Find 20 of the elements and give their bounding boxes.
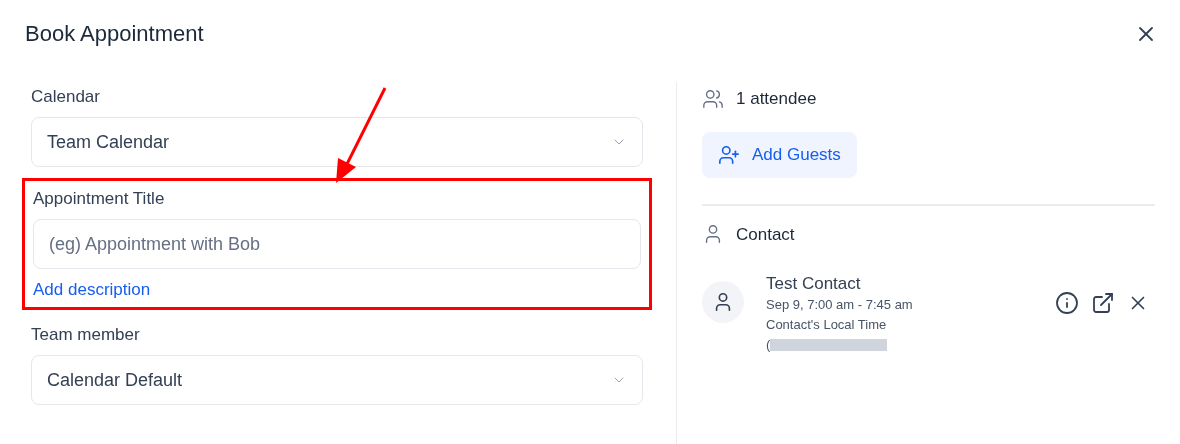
title-input[interactable]: (eg) Appointment with Bob [33,219,641,269]
field-label: Appointment Title [33,190,166,207]
timezone-text: ( [766,336,771,354]
avatar [702,281,744,323]
attendee-count: 1 attendee [736,88,817,110]
info-icon[interactable] [1055,291,1079,315]
contact-heading: Contact [736,223,795,246]
contact-name: Test Contact [766,273,862,295]
person-plus-icon [718,143,740,166]
select-field[interactable]: Team Calendar [31,117,643,167]
select-field[interactable]: Calendar Default [31,355,643,405]
field-label: Calendar [31,88,101,105]
people-icon [702,87,724,110]
local-time-label: Contact's Local Time [766,316,888,334]
appointment-time: Sep 9, 7:00 am - 7:45 am [766,296,913,314]
field-label: Team member [31,326,141,343]
dialog-title: Book Appointment [25,23,204,45]
external-link-icon[interactable] [1091,291,1115,315]
add-description-link[interactable]: Add description [33,281,641,298]
add-guests-button[interactable]: Add Guests [702,131,857,178]
